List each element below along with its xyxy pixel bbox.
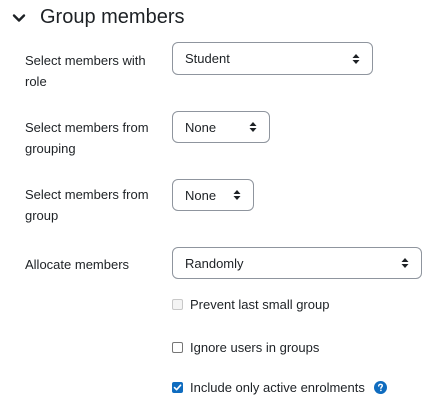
chevron-down-icon (10, 9, 28, 27)
role-select-value: Student (185, 51, 230, 66)
grouping-select-value: None (185, 119, 217, 135)
include-only-active-row: Include only active enrolments (172, 380, 387, 395)
sort-arrows-icon (351, 53, 361, 65)
sort-arrows-icon (400, 257, 410, 269)
ignore-users-in-groups-label: Ignore users in groups (190, 340, 320, 355)
grouping-select[interactable]: None (172, 111, 270, 143)
prevent-last-small-group-checkbox[interactable] (172, 299, 183, 310)
group-select-value: None (185, 187, 217, 203)
group-label: Select members from group (25, 187, 149, 223)
sort-arrows-icon (248, 121, 258, 133)
section-title: Group members (40, 6, 185, 28)
prevent-last-small-group-row: Prevent last small group (172, 297, 329, 312)
prevent-last-small-group-label: Prevent last small group (190, 297, 330, 312)
group-members-section-toggle[interactable]: Group members (10, 6, 185, 29)
question-circle-icon[interactable] (373, 381, 387, 394)
ignore-users-in-groups-row: Ignore users in groups (172, 340, 319, 355)
include-only-active-checkbox[interactable] (172, 382, 183, 393)
include-only-active-label: Include only active enrolments (190, 380, 365, 395)
group-select[interactable]: None (172, 179, 254, 211)
ignore-users-in-groups-checkbox[interactable] (172, 342, 183, 353)
grouping-label: Select members from grouping (25, 120, 149, 156)
allocate-select-value: Randomly (185, 255, 244, 271)
role-label: Select members with role (25, 53, 146, 89)
allocate-select[interactable]: Randomly (172, 247, 422, 279)
sort-arrows-icon (232, 189, 242, 201)
check-icon (173, 384, 182, 391)
allocate-label: Allocate members (25, 257, 130, 272)
role-select[interactable]: Student (172, 42, 373, 75)
